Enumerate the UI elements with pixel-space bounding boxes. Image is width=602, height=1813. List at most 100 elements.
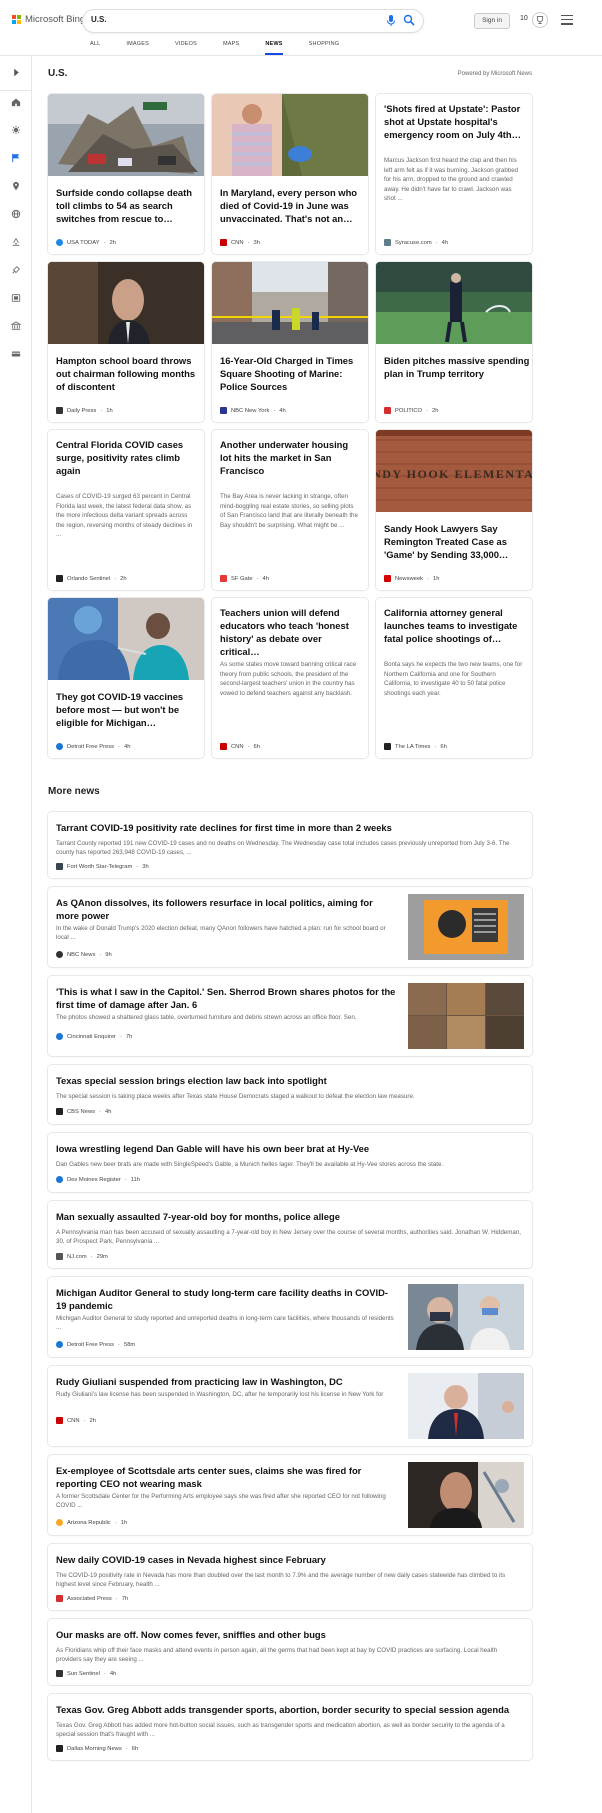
money-icon[interactable] — [10, 348, 22, 360]
news-card[interactable]: 16-Year-Old Charged in Times Square Shoo… — [212, 262, 368, 422]
row-source[interactable]: NBC News · 9h — [56, 951, 112, 958]
row-headline[interactable]: Rudy Giuliani suspended from practicing … — [56, 1375, 396, 1388]
microphone-icon[interactable] — [385, 14, 397, 27]
politics-icon[interactable] — [10, 236, 22, 248]
row-source[interactable]: Cincinnati Enquirer · 7h — [56, 1033, 132, 1040]
tab-maps[interactable]: MAPS — [223, 41, 239, 55]
row-source[interactable]: CBS News · 4h — [56, 1108, 111, 1115]
row-source[interactable]: Detroit Free Press · 58m — [56, 1341, 135, 1348]
news-row[interactable]: Man sexually assaulted 7-year-old boy fo… — [48, 1201, 532, 1268]
tab-news[interactable]: NEWS — [265, 41, 283, 55]
search-icon[interactable] — [403, 14, 415, 27]
business-icon[interactable] — [10, 320, 22, 332]
card-headline[interactable]: California attorney general launches tea… — [384, 606, 524, 645]
card-headline[interactable]: Hampton school board throws out chairman… — [56, 354, 204, 393]
news-card[interactable]: Teachers union will defend educators who… — [212, 598, 368, 758]
news-row[interactable]: Michigan Auditor General to study long-t… — [48, 1277, 532, 1357]
tab-all[interactable]: ALL — [90, 41, 100, 55]
card-headline[interactable]: In Maryland, every person who died of Co… — [220, 186, 368, 225]
card-headline[interactable]: Sandy Hook Lawyers Say Remington Treated… — [384, 522, 532, 561]
row-headline[interactable]: As QAnon dissolves, its followers resurf… — [56, 896, 396, 922]
tab-videos[interactable]: VIDEOS — [175, 41, 197, 55]
row-source[interactable]: Fort Worth Star-Telegram · 3h — [56, 863, 149, 870]
card-headline[interactable]: Surfside condo collapse death toll climb… — [56, 186, 204, 225]
card-source[interactable]: Detroit Free Press · 4h — [56, 743, 130, 750]
card-source[interactable]: SF Gate · 4h — [220, 575, 269, 582]
row-headline[interactable]: Texas Gov. Greg Abbott adds transgender … — [56, 1703, 522, 1716]
card-source[interactable]: USA TODAY · 2h — [56, 239, 116, 246]
card-headline[interactable]: Biden pitches massive spending plan in T… — [384, 354, 532, 380]
news-row[interactable]: Texas special session brings election la… — [48, 1065, 532, 1124]
row-source[interactable]: Associated Press · 7h — [56, 1595, 128, 1602]
news-row[interactable]: Ex-employee of Scottsdale arts center su… — [48, 1455, 532, 1535]
news-card[interactable]: Surfside condo collapse death toll climb… — [48, 94, 204, 254]
card-headline[interactable]: Teachers union will defend educators who… — [220, 606, 360, 658]
news-row[interactable]: 'This is what I saw in the Capitol.' Sen… — [48, 976, 532, 1056]
rewards-count[interactable]: 10 — [520, 15, 528, 22]
rewards-trophy-icon[interactable] — [532, 12, 548, 28]
news-row[interactable]: Our masks are off. Now comes fever, snif… — [48, 1619, 532, 1685]
row-headline[interactable]: Michigan Auditor General to study long-t… — [56, 1286, 396, 1312]
news-row[interactable]: New daily COVID-19 cases in Nevada highe… — [48, 1544, 532, 1610]
row-source[interactable]: Des Moines Register · 11h — [56, 1176, 140, 1183]
home-icon[interactable] — [10, 96, 22, 108]
news-row[interactable]: Rudy Giuliani suspended from practicing … — [48, 1366, 532, 1446]
news-row[interactable]: Tarrant COVID-19 positivity rate decline… — [48, 812, 532, 878]
row-source[interactable]: CNN · 2h — [56, 1417, 96, 1424]
card-source[interactable]: NBC New York · 4h — [220, 407, 286, 414]
news-card[interactable]: Biden pitches massive spending plan in T… — [376, 262, 532, 422]
row-headline[interactable]: Texas special session brings election la… — [56, 1074, 522, 1087]
expand-rail-icon[interactable] — [10, 66, 22, 78]
news-card[interactable]: SANDY HOOK ELEMENTARY Sandy Hook Lawyers… — [376, 430, 532, 590]
entertainment-icon[interactable] — [10, 292, 22, 304]
bing-logo[interactable]: Microsoft Bing — [12, 14, 85, 25]
news-card[interactable]: Central Florida COVID cases surge, posit… — [48, 430, 204, 590]
row-headline[interactable]: Iowa wrestling legend Dan Gable will hav… — [56, 1142, 522, 1155]
card-headline[interactable]: Another underwater housing lot hits the … — [220, 438, 360, 477]
news-card[interactable]: California attorney general launches tea… — [376, 598, 532, 758]
globe-icon[interactable] — [10, 208, 22, 220]
card-headline[interactable]: They got COVID-19 vaccines before most —… — [56, 690, 204, 729]
news-row[interactable]: Texas Gov. Greg Abbott adds transgender … — [48, 1694, 532, 1760]
news-row[interactable]: Iowa wrestling legend Dan Gable will hav… — [48, 1133, 532, 1192]
technology-icon[interactable] — [10, 264, 22, 276]
row-headline[interactable]: New daily COVID-19 cases in Nevada highe… — [56, 1553, 522, 1566]
card-time: 2h — [109, 239, 116, 246]
row-source[interactable]: Sun Sentinel · 4h — [56, 1670, 116, 1677]
card-headline[interactable]: 'Shots fired at Upstate': Pastor shot at… — [384, 102, 532, 141]
search-box[interactable]: U.S. — [83, 10, 423, 32]
row-headline[interactable]: Tarrant COVID-19 positivity rate decline… — [56, 821, 522, 834]
row-source[interactable]: NJ.com · 29m — [56, 1253, 108, 1260]
row-headline[interactable]: Our masks are off. Now comes fever, snif… — [56, 1628, 522, 1641]
card-source[interactable]: CNN · 6h — [220, 743, 260, 750]
row-source[interactable]: Dallas Morning News · 6h — [56, 1745, 138, 1752]
sign-in-button[interactable]: Sign in — [474, 13, 510, 29]
card-source[interactable]: Newsweek · 1h — [384, 575, 439, 582]
news-card[interactable]: They got COVID-19 vaccines before most —… — [48, 598, 204, 758]
search-input[interactable]: U.S. — [91, 15, 107, 24]
row-headline[interactable]: Man sexually assaulted 7-year-old boy fo… — [56, 1210, 522, 1223]
location-pin-icon[interactable] — [10, 180, 22, 192]
card-source[interactable]: The LA Times · 6h — [384, 743, 447, 750]
news-row[interactable]: As QAnon dissolves, its followers resurf… — [48, 887, 532, 967]
card-headline[interactable]: 16-Year-Old Charged in Times Square Shoo… — [220, 354, 368, 393]
coronavirus-icon[interactable] — [10, 124, 22, 136]
row-headline[interactable]: 'This is what I saw in the Capitol.' Sen… — [56, 985, 396, 1011]
hamburger-menu-icon[interactable] — [561, 15, 573, 25]
tab-images[interactable]: IMAGES — [126, 41, 149, 55]
news-card[interactable]: Another underwater housing lot hits the … — [212, 430, 368, 590]
card-source[interactable]: POLITICO · 2h — [384, 407, 438, 414]
card-source[interactable]: Syracuse.com · 4h — [384, 239, 448, 246]
news-card[interactable]: 'Shots fired at Upstate': Pastor shot at… — [376, 94, 532, 254]
tab-shopping[interactable]: SHOPPING — [309, 41, 340, 55]
powered-by[interactable]: Powered by Microsoft News — [458, 71, 532, 77]
card-source[interactable]: CNN · 3h — [220, 239, 260, 246]
card-headline[interactable]: Central Florida COVID cases surge, posit… — [56, 438, 196, 477]
card-source[interactable]: Daily Press · 1h — [56, 407, 113, 414]
us-flag-icon[interactable] — [10, 152, 22, 164]
row-source[interactable]: Arizona Republic · 1h — [56, 1519, 127, 1526]
news-card[interactable]: In Maryland, every person who died of Co… — [212, 94, 368, 254]
row-headline[interactable]: Ex-employee of Scottsdale arts center su… — [56, 1464, 396, 1490]
card-source[interactable]: Orlando Sentinel · 2h — [56, 575, 127, 582]
news-card[interactable]: Hampton school board throws out chairman… — [48, 262, 204, 422]
